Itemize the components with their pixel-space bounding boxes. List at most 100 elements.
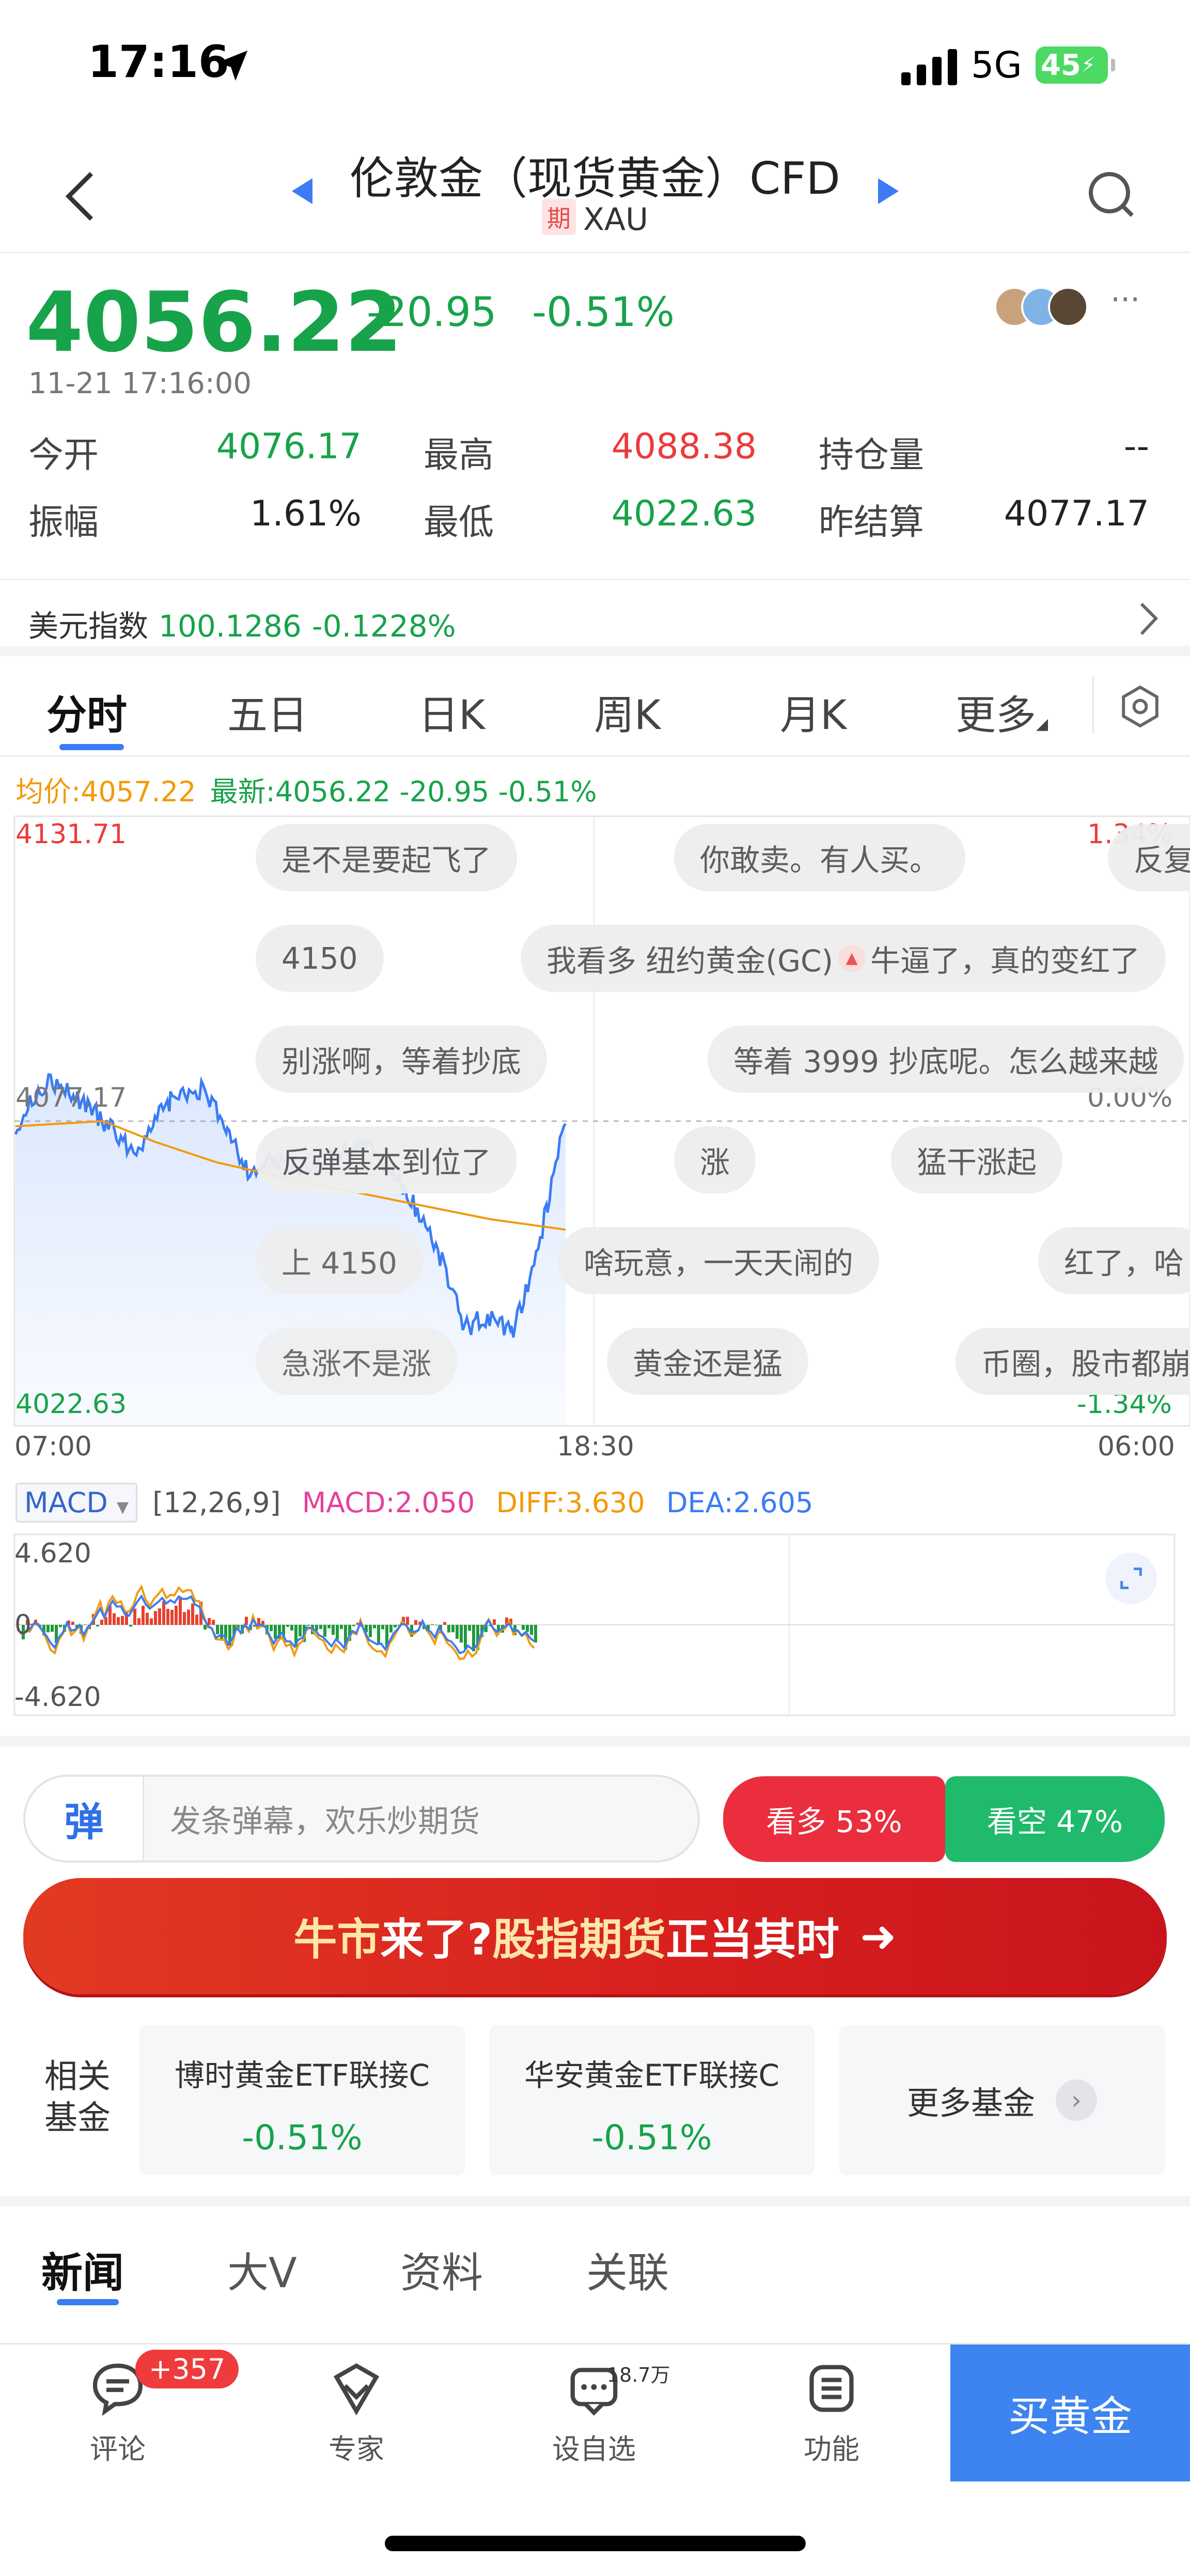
macd-bar (220, 1625, 223, 1640)
macd-bar (319, 1625, 322, 1630)
search-icon[interactable] (1085, 168, 1136, 220)
nav-functions[interactable]: 功能 (754, 2360, 909, 2467)
settings-icon[interactable] (1118, 685, 1162, 728)
intraday-chart[interactable]: 4131.71 4077.17 4022.63 1.34% 0.00% -1.3… (0, 811, 1190, 1462)
tab-five-day[interactable]: 五日 (227, 683, 308, 741)
danmu-placeholder: 发条弹幕，欢乐炒期货 (170, 1803, 480, 1840)
dollar-index-change: -0.1228% (311, 609, 456, 644)
more-funds-button[interactable]: 更多基金 › (839, 2025, 1165, 2175)
macd-bar (299, 1625, 302, 1637)
buy-gold-button[interactable]: 买黄金 (950, 2345, 1190, 2481)
macd-bar (381, 1625, 384, 1630)
macd-bar (142, 1606, 145, 1625)
macd-bar (352, 1625, 355, 1626)
tab-intraday[interactable]: 分时 (46, 683, 127, 741)
macd-bar (158, 1608, 161, 1625)
avg-price: 均价:4057.22 (15, 775, 196, 808)
more-icon[interactable]: ··· (1110, 282, 1140, 318)
macd-header: MACD ▼ [12,26,9] MACD:2.050 DIFF:3.630 D… (15, 1483, 813, 1523)
macd-bar (323, 1625, 326, 1637)
news-tabs: 新闻 大V 资料 关联 (0, 2196, 1190, 2305)
macd-bar (443, 1622, 446, 1625)
macd-bar (493, 1619, 496, 1625)
macd-bar (340, 1625, 343, 1629)
macd-bar (51, 1625, 54, 1632)
danmu-bubble: 反复 (1108, 824, 1190, 891)
status-bar: 17:16 5G 45 ⚡ (0, 0, 1190, 129)
macd-bar (274, 1625, 277, 1639)
chevron-down-icon: ▼ (117, 1498, 129, 1516)
danmu-bubble: 啥玩意，一天天闹的 (558, 1227, 880, 1294)
vote-bear-button[interactable]: 看空 47% (945, 1776, 1165, 1862)
open-value: 4076.17 (216, 426, 362, 467)
fund-name: 博时黄金ETF联接C (175, 2058, 430, 2093)
y-axis-top: 4131.71 (15, 819, 127, 850)
macd-bar (530, 1625, 533, 1635)
danmu-toggle-icon[interactable]: 弹 (25, 1777, 144, 1860)
battery-icon: 45 ⚡ (1036, 46, 1115, 84)
related-funds: 相关 基金 博时黄金ETF联接C -0.51% 华安黄金ETF联接C -0.51%… (0, 2015, 1190, 2201)
indicator-select[interactable]: MACD ▼ (15, 1483, 138, 1523)
tab-weekly-k[interactable]: 周K (594, 683, 661, 741)
expand-chart-icon[interactable] (1105, 1553, 1157, 1604)
macd-bar (290, 1625, 293, 1631)
promo-banner[interactable]: 牛市 来了? 股指期货 正当其时 ➜ (23, 1878, 1167, 1994)
macd-bar (327, 1625, 331, 1628)
open-label: 今开 (28, 435, 99, 476)
macd-bar (154, 1611, 157, 1625)
next-instrument-icon[interactable] (875, 176, 901, 207)
macd-bar (369, 1625, 372, 1637)
quote-panel: 4056.22 -20.95 -0.51% ··· 11-21 17:16:00… (0, 253, 1190, 579)
clock: 17:16 (88, 36, 229, 88)
chevron-right-icon (1140, 602, 1158, 635)
macd-bar (187, 1609, 190, 1625)
tab-news[interactable]: 新闻 (41, 2240, 124, 2300)
tab-monthly-k[interactable]: 月K (780, 683, 847, 741)
macd-bar (456, 1625, 459, 1639)
tab-daily-k[interactable]: 日K (418, 683, 485, 741)
settle-value: 4077.17 (1004, 493, 1149, 534)
vote-bull-button[interactable]: 看多 53% (723, 1776, 945, 1862)
macd-bar (170, 1609, 174, 1625)
dollar-index-value: 100.1286 (159, 609, 302, 644)
macd-value: MACD:2.050 (302, 1486, 475, 1519)
macd-bar (534, 1625, 537, 1643)
macd-bar (464, 1625, 467, 1649)
fund-card[interactable]: 博时黄金ETF联接C -0.51% (139, 2025, 465, 2175)
indicator-select-label: MACD (24, 1486, 108, 1519)
x-axis-mid: 18:30 (557, 1431, 634, 1462)
quote-timestamp: 11-21 17:16:00 (28, 367, 252, 400)
nav-expert[interactable]: 专家 (279, 2360, 434, 2467)
watcher-avatars[interactable] (994, 287, 1088, 329)
macd-bar (59, 1625, 62, 1627)
expert-icon (333, 2363, 380, 2416)
low-value: 4022.63 (611, 493, 757, 534)
dollar-index-row[interactable]: 美元指数 100.1286 -0.1228% (0, 579, 1190, 656)
macd-bar (518, 1624, 521, 1625)
danmu-input[interactable]: 弹 发条弹幕，欢乐炒期货 (23, 1775, 700, 1863)
signal-icon (901, 49, 957, 85)
y-axis-bottom: 4022.63 (15, 1389, 127, 1420)
more-funds-label: 更多基金 (906, 2084, 1035, 2122)
price-change: -20.95 (367, 289, 497, 336)
danmu-bubble: 别涨啊，等着抄底 (256, 1026, 547, 1093)
macd-bar (336, 1625, 339, 1640)
tab-related[interactable]: 关联 (586, 2240, 669, 2300)
settle-label: 昨结算 (819, 502, 925, 543)
tab-profile[interactable]: 资料 (400, 2240, 483, 2300)
macd-bar (146, 1612, 149, 1625)
danmu-bubble: 黄金还是猛 (607, 1328, 809, 1395)
tab-more[interactable]: 更多◢ (956, 683, 1048, 741)
comment-count-badge: +357 (135, 2350, 239, 2388)
macd-bar (307, 1625, 310, 1626)
amp-value: 1.61% (249, 493, 362, 534)
related-funds-label: 相关 基金 (41, 2056, 114, 2139)
dropdown-corner-icon: ◢ (1036, 715, 1048, 733)
macd-chart[interactable]: 4.620 0 -4.620 (0, 1532, 1190, 1718)
location-arrow-icon (217, 50, 248, 81)
fund-card[interactable]: 华安黄金ETF联接C -0.51% (489, 2025, 815, 2175)
battery-level: 45 (1041, 48, 1081, 82)
nav-functions-label: 功能 (804, 2433, 859, 2465)
tab-bigv[interactable]: 大V (227, 2240, 297, 2300)
macd-bar (389, 1625, 393, 1633)
